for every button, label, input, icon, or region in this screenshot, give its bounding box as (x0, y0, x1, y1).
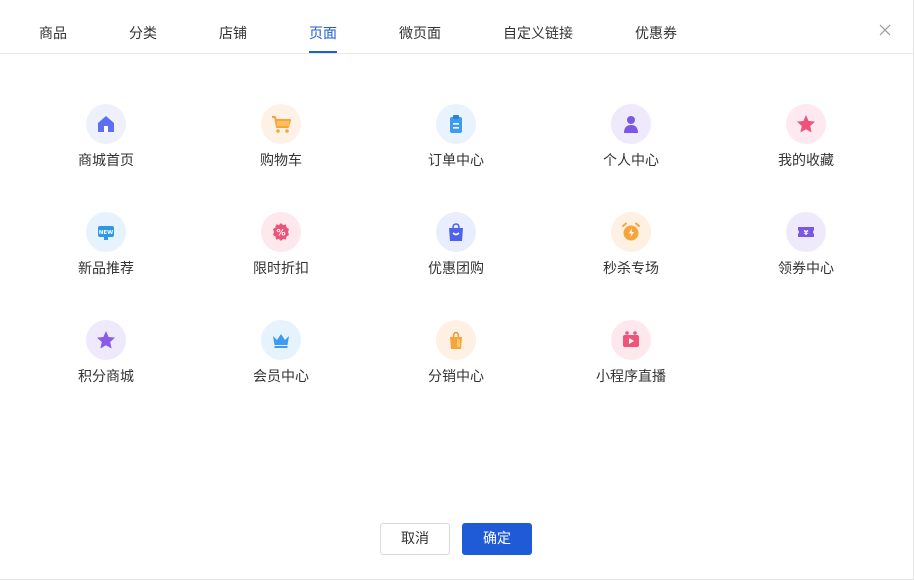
page-item-label: 秒杀专场 (603, 261, 659, 277)
new-badge-icon: NEW (86, 212, 126, 252)
page-item-label: 小程序直播 (596, 369, 666, 385)
page-item-group-buy[interactable]: 优惠团购 (406, 212, 506, 292)
page-item-personal-center[interactable]: 个人中心 (581, 104, 681, 184)
person-icon (611, 104, 651, 144)
active-tab-indicator (309, 51, 337, 53)
page-item-miniprogram-live[interactable]: 小程序直播 (581, 320, 681, 400)
distribution-bag-icon (436, 320, 476, 360)
page-item-label: 购物车 (260, 153, 302, 169)
page-item-cart[interactable]: 购物车 (231, 104, 331, 184)
shopping-bag-icon (436, 212, 476, 252)
page-item-member-center[interactable]: 会员中心 (231, 320, 331, 400)
discount-percent-icon: % (261, 212, 301, 252)
page-item-distribution-center[interactable]: 分销中心 (406, 320, 506, 400)
home-icon (86, 104, 126, 144)
cancel-button[interactable]: 取消 (380, 523, 450, 555)
coupon-ticket-icon: ¥ (786, 212, 826, 252)
page-item-mall-home[interactable]: 商城首页 (56, 104, 156, 184)
page-item-label: 订单中心 (428, 153, 484, 169)
page-item-flash-sale[interactable]: 秒杀专场 (581, 212, 681, 292)
page-item-new-arrivals[interactable]: NEW 新品推荐 (56, 212, 156, 292)
page-item-points-mall[interactable]: 积分商城 (56, 320, 156, 400)
tab-custom-link[interactable]: 自定义链接 (503, 24, 573, 44)
page-item-label: 分销中心 (428, 369, 484, 385)
order-clipboard-icon (436, 104, 476, 144)
alarm-clock-icon (611, 212, 651, 252)
cart-icon (261, 104, 301, 144)
tab-store[interactable]: 店铺 (219, 24, 247, 44)
page-item-label: 会员中心 (253, 369, 309, 385)
svg-text:¥: ¥ (804, 229, 809, 237)
page-item-label: 我的收藏 (778, 153, 834, 169)
tab-products[interactable]: 商品 (39, 24, 67, 44)
confirm-button[interactable]: 确定 (462, 523, 532, 555)
tab-coupons[interactable]: 优惠券 (635, 24, 677, 44)
live-video-icon (611, 320, 651, 360)
points-star-icon (86, 320, 126, 360)
page-item-label: 优惠团购 (428, 261, 484, 277)
svg-text:NEW: NEW (99, 230, 113, 236)
page-item-label: 积分商城 (78, 369, 134, 385)
tab-categories[interactable]: 分类 (129, 24, 157, 44)
page-item-label: 限时折扣 (253, 261, 309, 277)
page-item-label: 商城首页 (78, 153, 134, 169)
page-item-label: 领券中心 (778, 261, 834, 277)
tab-pages[interactable]: 页面 (309, 24, 337, 44)
tab-micro-pages[interactable]: 微页面 (399, 24, 441, 44)
star-favorite-icon (786, 104, 826, 144)
page-item-limited-discount[interactable]: % 限时折扣 (231, 212, 331, 292)
page-item-order-center[interactable]: 订单中心 (406, 104, 506, 184)
svg-text:%: % (276, 229, 285, 239)
page-item-my-favorites[interactable]: 我的收藏 (756, 104, 856, 184)
crown-icon (261, 320, 301, 360)
close-icon[interactable] (878, 22, 892, 36)
link-picker-dialog: 商品 分类 店铺 页面 微页面 自定义链接 优惠券 商城首页 购物车 订单中心 … (0, 0, 914, 580)
page-item-coupon-center[interactable]: ¥ 领券中心 (756, 212, 856, 292)
tab-bar: 商品 分类 店铺 页面 微页面 自定义链接 优惠券 (0, 0, 914, 54)
page-item-label: 个人中心 (603, 153, 659, 169)
page-item-label: 新品推荐 (78, 261, 134, 277)
